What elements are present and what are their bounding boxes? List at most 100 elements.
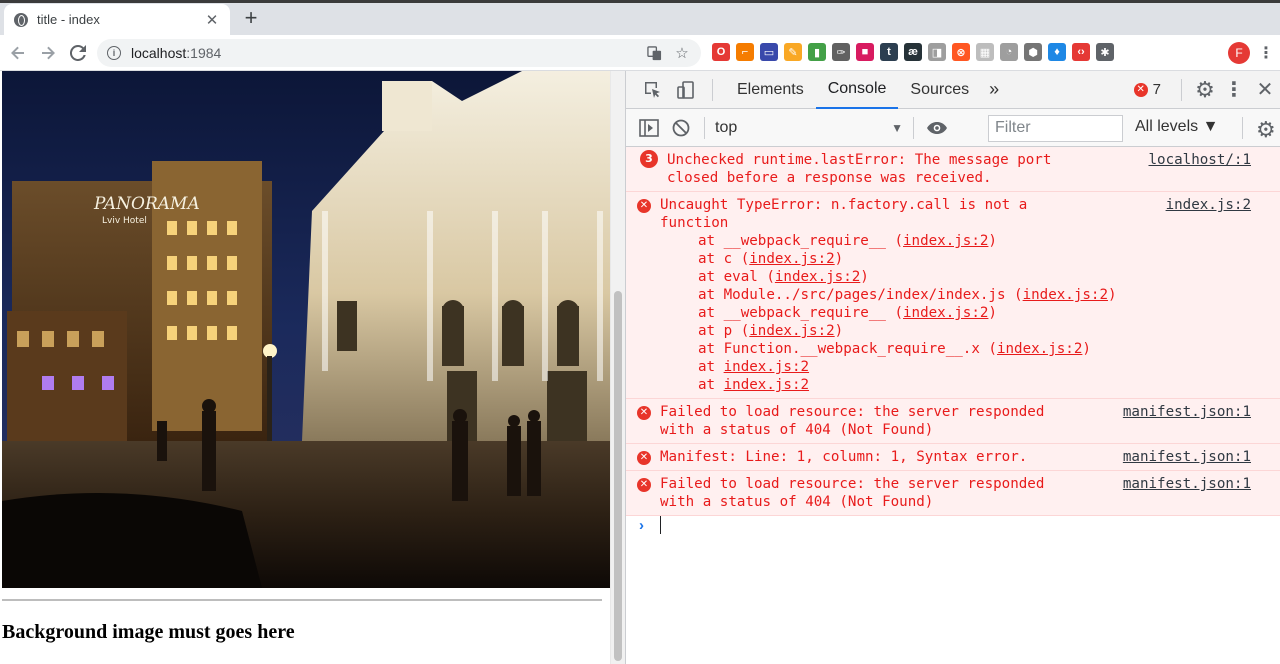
live-expression-eye-icon[interactable] — [924, 121, 950, 135]
error-source-link[interactable]: manifest.json:1 — [1123, 448, 1251, 466]
console-error-message[interactable]: ✕ Uncaught TypeError: n.factory.call is … — [626, 192, 1280, 399]
tab-title: title - index — [37, 12, 100, 27]
devtools-panel: Elements Console Sources » ✕ 7 ⚙ ⋮ ✕ top… — [625, 71, 1280, 664]
stack-frame: at c (index.js:2) — [698, 251, 844, 267]
error-count: 7 — [1152, 81, 1161, 98]
gradient-ext-icon[interactable]: ■ — [856, 43, 874, 61]
browser-tab[interactable]: title - index ✕ — [4, 4, 230, 35]
error-icon: ✕ — [637, 478, 651, 492]
error-source-link[interactable]: localhost/:1 — [1149, 151, 1252, 169]
console-error-message[interactable]: 3 Unchecked runtime.lastError: The messa… — [626, 147, 1280, 192]
address-bar[interactable]: i localhost:1984 ☆ — [97, 39, 701, 67]
timer-ext-icon[interactable]: ◔ — [1000, 43, 1018, 61]
stack-frame: at eval (index.js:2) — [698, 269, 869, 285]
dropper-ext-icon[interactable]: ✑ — [832, 43, 850, 61]
tab-strip: title - index ✕ + — [0, 0, 1280, 35]
arrow-right-icon[interactable] — [33, 38, 63, 68]
browser-toolbar: i localhost:1984 ☆ O ⌐ ▭ ✎ ▮ ✑ ■ t æ ◨ ⊗ ▦ ◔ ⬢ ♦ ‹› ✱ F … — [0, 35, 1280, 71]
stack-frame-link[interactable]: index.js:2 — [775, 269, 860, 285]
cube-ext-icon[interactable]: ⬢ — [1024, 43, 1042, 61]
ae-ext-icon[interactable]: æ — [904, 43, 922, 61]
url-text[interactable]: localhost:1984 — [131, 45, 635, 61]
stack-frame: at Module../src/pages/index/index.js (in… — [698, 287, 1117, 303]
error-counter[interactable]: ✕ 7 — [1133, 81, 1161, 98]
stack-frame-link[interactable]: index.js:2 — [903, 305, 988, 321]
console-error-message[interactable]: ✕ Failed to load resource: the server re… — [626, 471, 1280, 516]
window-ext-icon[interactable]: ▭ — [760, 43, 778, 61]
reload-icon[interactable] — [63, 38, 93, 68]
error-source-link[interactable]: manifest.json:1 — [1123, 475, 1251, 493]
code-ext-icon[interactable]: ‹› — [1072, 43, 1090, 61]
arrow-left-icon[interactable] — [3, 38, 33, 68]
bookmark-star-icon[interactable]: ☆ — [673, 44, 691, 62]
puzzle-ext-icon[interactable]: ✱ — [1096, 43, 1114, 61]
console-prompt[interactable]: › — [626, 513, 1280, 543]
device-toolbar-icon[interactable] — [672, 80, 700, 100]
extensions-bar: O ⌐ ▭ ✎ ▮ ✑ ■ t æ ◨ ⊗ ▦ ◔ ⬢ ♦ ‹› ✱ — [712, 43, 1114, 63]
info-icon[interactable]: i — [107, 46, 121, 60]
tab-console[interactable]: Console — [815, 71, 899, 109]
toolbar-divider — [712, 78, 713, 101]
inspect-element-icon[interactable] — [632, 80, 672, 100]
toolbar-divider — [913, 116, 914, 139]
error-text: Uncaught TypeError: n.factory.call is no… — [660, 197, 1028, 231]
clear-console-icon[interactable] — [668, 119, 694, 137]
pencil-ext-icon[interactable]: ✎ — [784, 43, 802, 61]
close-devtools-icon[interactable]: ✕ — [1250, 77, 1280, 102]
opera-ext-icon[interactable]: O — [712, 43, 730, 61]
sidebar-toggle-icon[interactable] — [636, 118, 662, 137]
scrollbar-thumb[interactable] — [614, 291, 622, 661]
error-icon: ✕ — [1133, 82, 1148, 97]
stack-frame-link[interactable]: index.js:2 — [724, 359, 809, 375]
toolbar-divider — [704, 116, 705, 139]
close-tab-icon[interactable]: ✕ — [204, 11, 220, 29]
stack-frame-link[interactable]: index.js:2 — [749, 251, 834, 267]
blocker-ext-icon[interactable]: ⊗ — [952, 43, 970, 61]
new-tab-button[interactable]: + — [238, 5, 264, 31]
tumblr-ext-icon[interactable]: t — [880, 43, 898, 61]
chrome-menu-icon[interactable]: ⋮ — [1258, 43, 1274, 63]
svg-text:Lviv Hotel: Lviv Hotel — [102, 216, 147, 226]
console-error-message[interactable]: ✕ Manifest: Line: 1, column: 1, Syntax e… — [626, 444, 1280, 471]
error-source-link[interactable]: manifest.json:1 — [1123, 403, 1251, 421]
horizontal-rule — [2, 599, 602, 601]
console-filter-input[interactable]: Filter — [988, 115, 1123, 142]
screenshot-ext-icon[interactable]: ◨ — [928, 43, 946, 61]
toolbar-divider — [1242, 117, 1243, 139]
error-icon: ✕ — [637, 199, 651, 213]
grid-ext-icon[interactable]: ▦ — [976, 43, 994, 61]
stack-frame-link[interactable]: index.js:2 — [903, 233, 988, 249]
console-messages: 3 Unchecked runtime.lastError: The messa… — [626, 147, 1280, 516]
stack-frame-link[interactable]: index.js:2 — [749, 323, 834, 339]
stack-frame-link[interactable]: index.js:2 — [1023, 287, 1108, 303]
stack-frame: at Function.__webpack_require__.x (index… — [698, 341, 1091, 357]
chart-ext-icon[interactable]: ▮ — [808, 43, 826, 61]
context-selector[interactable]: top ▼ — [715, 119, 903, 137]
text-cursor — [660, 516, 661, 534]
console-error-message[interactable]: ✕ Failed to load resource: the server re… — [626, 399, 1280, 444]
stack-frame-link[interactable]: index.js:2 — [997, 341, 1082, 357]
settings-gear-icon[interactable]: ⚙ — [1192, 77, 1218, 103]
page-heading: Background image must goes here — [2, 621, 295, 643]
error-icon: ✕ — [637, 451, 651, 465]
translate-icon[interactable] — [645, 44, 663, 62]
tab-sources[interactable]: Sources — [898, 71, 981, 109]
page-viewport: PANORAMA Lviv Hotel Background image mus… — [0, 71, 625, 664]
profile-avatar[interactable]: F — [1228, 42, 1250, 64]
background-photo: PANORAMA Lviv Hotel — [2, 71, 610, 588]
tab-elements[interactable]: Elements — [725, 71, 816, 109]
drop-ext-icon[interactable]: ♦ — [1048, 43, 1066, 61]
stack-frame: at index.js:2 — [698, 359, 810, 375]
console-toolbar: top ▼ Filter All levels ▼ ⚙ — [626, 109, 1280, 147]
error-source-link[interactable]: index.js:2 — [1166, 196, 1251, 214]
console-settings-gear-icon[interactable]: ⚙ — [1256, 117, 1276, 143]
context-value: top — [715, 118, 738, 136]
brush-ext-icon[interactable]: ⌐ — [736, 43, 754, 61]
log-levels-dropdown[interactable]: All levels ▼ — [1135, 118, 1218, 136]
stack-frame-link[interactable]: index.js:2 — [724, 377, 809, 393]
page-vertical-scrollbar[interactable] — [610, 71, 625, 664]
devtools-menu-icon[interactable]: ⋮ — [1218, 77, 1250, 102]
stack-frame: at __webpack_require__ (index.js:2) — [698, 233, 997, 249]
stack-trace: at __webpack_require__ (index.js:2) at c … — [660, 232, 1251, 394]
more-tabs-icon[interactable]: » — [981, 71, 1007, 109]
